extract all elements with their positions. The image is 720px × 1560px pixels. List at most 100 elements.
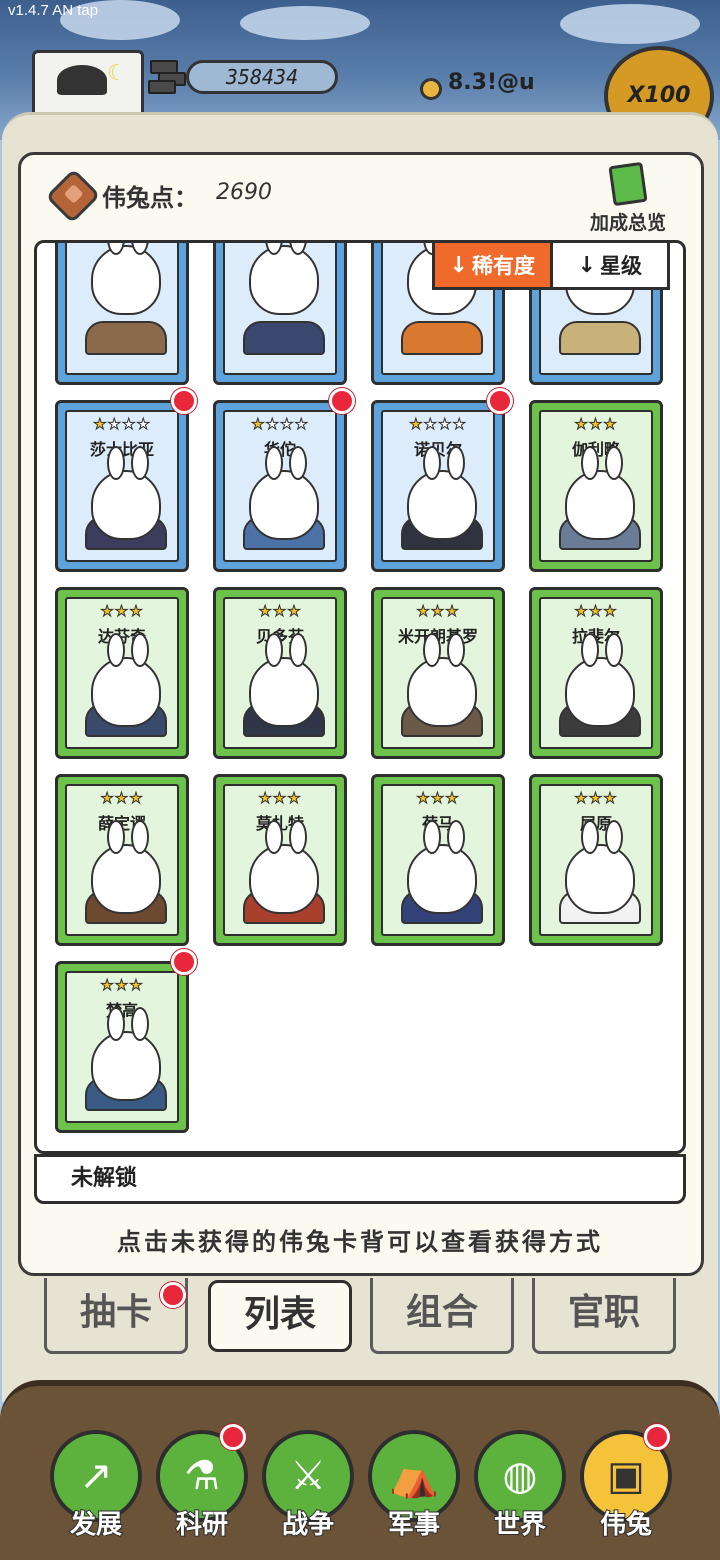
hero-card[interactable]: ★★★贝多芬	[213, 587, 347, 759]
hero-card[interactable]: ★★★伽利略	[529, 400, 663, 572]
rabbit-character-icon	[91, 1007, 161, 1101]
cloud-decoration	[560, 4, 700, 44]
star-icon: ★	[279, 415, 295, 433]
arrow-down-icon: ↓	[449, 252, 468, 278]
tab-4[interactable]: 官职	[532, 1278, 676, 1354]
tab-label: 抽卡	[79, 1292, 152, 1333]
nav-graph-arrow[interactable]: ↗ 发展	[48, 1430, 144, 1554]
star-rating: ★★★	[383, 602, 493, 620]
hero-card[interactable]: ★★★★华佗	[213, 400, 347, 572]
sort-by-rarity-button[interactable]: ↓ 稀有度	[435, 243, 553, 287]
star-icon: ★	[129, 602, 144, 620]
hero-card[interactable]	[213, 243, 347, 385]
rabbit-character-icon	[249, 243, 319, 315]
star-rating: ★★★	[383, 789, 493, 807]
star-icon: ★	[445, 602, 460, 620]
star-icon: ★	[265, 415, 280, 433]
sort-star-label: 星级	[599, 254, 642, 278]
rabbit-character-icon	[249, 633, 319, 727]
star-icon: ★	[603, 789, 618, 807]
rabbit-character-icon	[565, 820, 635, 914]
locked-section-header[interactable]: 未解锁	[34, 1154, 686, 1204]
hero-card[interactable]: ★★★薛定谔	[55, 774, 189, 946]
hero-card[interactable]: ★★★★诺贝尔	[371, 400, 505, 572]
star-icon: ★	[258, 602, 273, 620]
notification-badge	[160, 1282, 186, 1308]
star-icon: ★	[452, 415, 467, 433]
star-icon: ★	[423, 415, 438, 433]
star-rating: ★★★	[541, 416, 651, 433]
rabbit-character-icon	[91, 243, 161, 315]
hero-card[interactable]: ★★★梵高	[55, 961, 189, 1133]
resource-counter: 358434	[186, 60, 338, 94]
rabbit-character-icon	[91, 446, 161, 540]
hat-icon	[57, 65, 107, 95]
nav-tent[interactable]: ⛺ 军事	[366, 1430, 462, 1554]
nav-label: 伟兔	[599, 1509, 653, 1541]
star-icon: ★	[129, 976, 144, 994]
sort-by-star-button[interactable]: ↓ 星级	[553, 243, 668, 287]
bonus-overview-button[interactable]: 加成总览	[576, 161, 680, 234]
card-portrait	[223, 243, 337, 375]
hero-card[interactable]: ★★★拉斐尔	[529, 587, 663, 759]
rabbit-character-icon	[91, 820, 161, 914]
card-portrait: ★★★贝多芬	[223, 597, 337, 749]
tab-label: 列表	[243, 1294, 316, 1335]
hint-text: 点击未获得的伟兔卡背可以查看获得方式	[117, 1228, 603, 1256]
star-icon: ★	[588, 789, 604, 807]
hero-card[interactable]: ★★★米开朗基罗	[371, 587, 505, 759]
points-value: 2690	[216, 180, 272, 205]
star-icon: ★	[416, 602, 431, 620]
star-rating: ★★★★	[383, 415, 493, 433]
nav-label: 发展	[69, 1509, 123, 1541]
star-icon: ★	[251, 415, 266, 433]
star-icon: ★	[574, 789, 589, 807]
star-icon: ★	[121, 415, 137, 433]
card-portrait: ★★★★莎士比亚	[65, 410, 179, 562]
card-portrait: ★★★莫扎特	[223, 784, 337, 936]
card-grid[interactable]: ★★★★莎士比亚★★★★华佗★★★★诺贝尔★★★伽利略★★★达芬奇★★★贝多芬★…	[34, 240, 686, 1154]
moon-icon: ☾	[107, 61, 127, 86]
coin-icon	[420, 78, 442, 100]
card-portrait: ★★★米开朗基罗	[381, 597, 495, 749]
version-label: v1.4.7 AN tap	[8, 2, 99, 19]
rabbit-character-icon	[249, 820, 319, 914]
star-icon: ★	[287, 602, 302, 620]
star-icon: ★	[445, 789, 460, 807]
hero-card[interactable]: ★★★莫扎特	[213, 774, 347, 946]
star-rating: ★★★	[67, 789, 177, 807]
star-icon: ★	[114, 602, 130, 620]
card-portrait: ★★★伽利略	[539, 410, 653, 562]
hero-card[interactable]: ★★★达芬奇	[55, 587, 189, 759]
notification-badge	[644, 1424, 670, 1450]
sort-rarity-label: 稀有度	[471, 254, 535, 278]
nav-crossed-swords[interactable]: ⚔ 战争	[260, 1430, 356, 1554]
nav-label: 科研	[175, 1509, 229, 1541]
hero-card[interactable]: ★★★荷马	[371, 774, 505, 946]
nav-globe[interactable]: ◍ 世界	[472, 1430, 568, 1554]
card-portrait	[65, 243, 179, 375]
star-icon: ★	[100, 789, 115, 807]
star-icon: ★	[574, 602, 589, 620]
character-outfit	[85, 321, 167, 355]
star-icon: ★	[107, 415, 122, 433]
character-outfit	[243, 321, 325, 355]
card-portrait: ★★★梵高	[65, 971, 179, 1123]
nav-label: 军事	[387, 1509, 441, 1541]
tab-2[interactable]: 列表	[208, 1280, 352, 1352]
rabbit-character-icon	[91, 633, 161, 727]
bricks-icon	[148, 58, 190, 94]
hero-card[interactable]	[55, 243, 189, 385]
star-icon: ★	[258, 789, 273, 807]
character-outfit	[559, 321, 641, 355]
rabbit-character-icon	[565, 633, 635, 727]
notification-badge	[171, 949, 197, 975]
hero-card[interactable]: ★★★★莎士比亚	[55, 400, 189, 572]
star-rating: ★★★★	[67, 415, 177, 433]
tab-3[interactable]: 组合	[370, 1278, 514, 1354]
hero-card[interactable]: ★★★屈原	[529, 774, 663, 946]
card-portrait: ★★★★诺贝尔	[381, 410, 495, 562]
star-icon: ★	[136, 415, 151, 433]
star-rating: ★★★	[225, 602, 335, 620]
star-icon: ★	[114, 976, 130, 994]
